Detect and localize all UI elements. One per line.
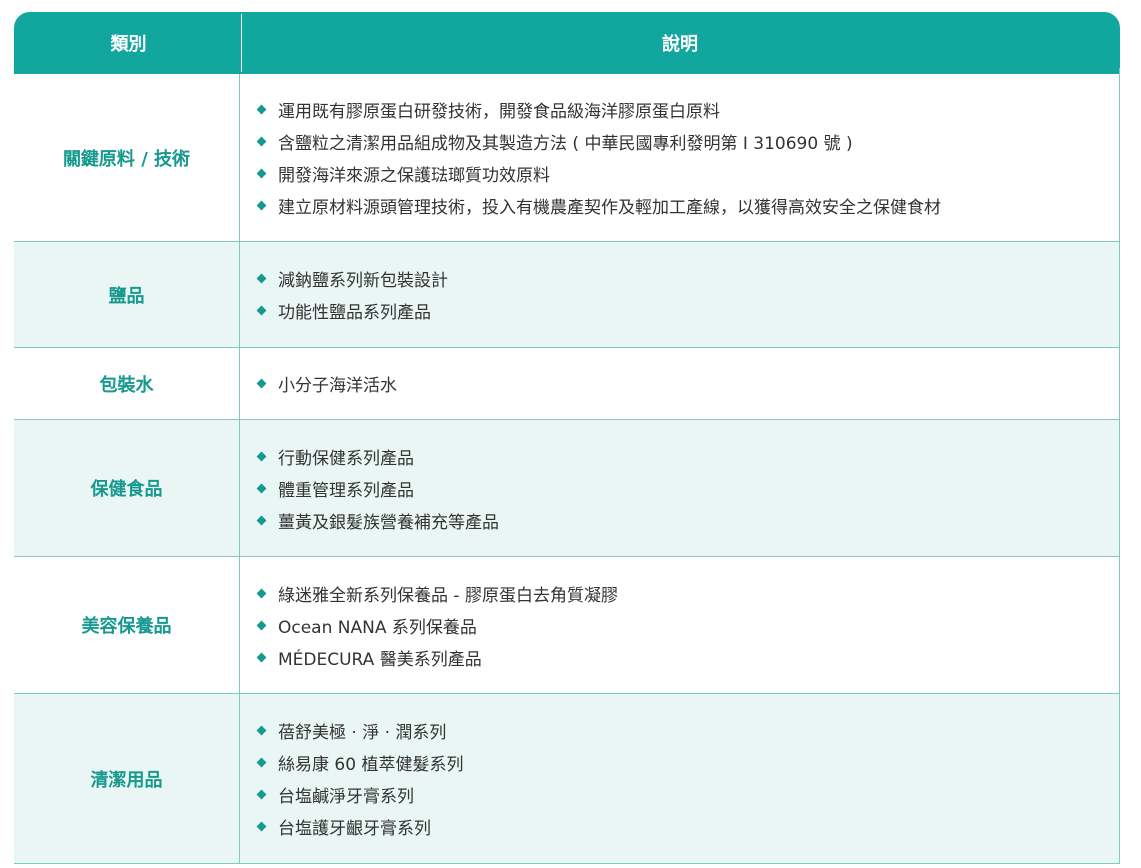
table-row: 鹽品 減鈉鹽系列新包裝設計 功能性鹽品系列產品 (14, 242, 1120, 348)
list-item: 含鹽粒之清潔用品組成物及其製造方法 ( 中華民國專利發明第 I 310690 號… (256, 126, 1120, 158)
diamond-bullet-icon (256, 136, 267, 147)
row-category: 包裝水 (14, 348, 240, 419)
diamond-bullet-icon (256, 821, 267, 832)
diamond-bullet-icon (256, 483, 267, 493)
diamond-bullet-icon (256, 168, 267, 179)
row-description: 蓓舒美極 ‧ 淨 ‧ 潤系列 絲易康 60 植萃健髮系列 台塩鹹淨牙膏系列 台塩護牙齦… (240, 694, 1120, 863)
list-item-text: 台塩鹹淨牙膏系列 (278, 787, 414, 807)
list-item-text: 建立原材料源頭管理技術，投入有機農產契作及輕加工產線，以獲得高效安全之保健食材 (278, 198, 941, 218)
diamond-bullet-icon (256, 652, 267, 662)
list-item-text: 台塩護牙齦牙膏系列 (278, 819, 431, 839)
row-category: 清潔用品 (14, 694, 240, 863)
list-item-text: 絲易康 60 植萃健髮系列 (278, 755, 464, 775)
list-item: 綠迷雅全新系列保養品 - 膠原蛋白去角質凝膠 (256, 577, 1120, 609)
list-item-text: 開發海洋來源之保護琺瑯質功效原料 (278, 166, 550, 186)
list-item: MÉDECURA 醫美系列產品 (256, 641, 1120, 673)
list-item: 台塩護牙齦牙膏系列 (256, 811, 1120, 843)
list-item: 減鈉鹽系列新包裝設計 (256, 263, 1120, 295)
diamond-bullet-icon (256, 725, 267, 736)
list-item: 薑黃及銀髮族營養補充等產品 (256, 504, 1120, 536)
list-item: 小分子海洋活水 (256, 368, 1120, 400)
row-description: 綠迷雅全新系列保養品 - 膠原蛋白去角質凝膠 Ocean NANA 系列保養品 MÉ… (240, 557, 1120, 693)
table-row: 包裝水 小分子海洋活水 (14, 348, 1120, 420)
row-category: 關鍵原料 / 技術 (14, 74, 240, 241)
diamond-bullet-icon (256, 451, 267, 461)
list-item-text: 運用既有膠原蛋白研發技術，開發食品級海洋膠原蛋白原料 (278, 102, 720, 122)
list-item: 蓓舒美極 ‧ 淨 ‧ 潤系列 (256, 715, 1120, 747)
diamond-bullet-icon (256, 620, 267, 630)
table-row: 保健食品 行動保健系列產品 體重管理系列產品 薑黃及銀髮族營養補充等產品 (14, 420, 1120, 557)
list-item: 絲易康 60 植萃健髮系列 (256, 747, 1120, 779)
list-item-text: MÉDECURA 醫美系列產品 (278, 649, 482, 670)
list-item-text: 蓓舒美極 ‧ 淨 ‧ 潤系列 (278, 723, 447, 743)
diamond-bullet-icon (256, 515, 267, 525)
table-row: 美容保養品 綠迷雅全新系列保養品 - 膠原蛋白去角質凝膠 Ocean NANA 系列… (14, 557, 1120, 694)
row-description: 減鈉鹽系列新包裝設計 功能性鹽品系列產品 (240, 242, 1120, 347)
list-item: 功能性鹽品系列產品 (256, 295, 1120, 327)
list-item-text: Ocean NANA 系列保養品 (278, 617, 477, 638)
diamond-bullet-icon (256, 273, 267, 284)
list-item: 開發海洋來源之保護琺瑯質功效原料 (256, 158, 1120, 190)
diamond-bullet-icon (256, 305, 267, 316)
list-item-text: 薑黃及銀髮族營養補充等產品 (278, 512, 499, 533)
list-item-text: 小分子海洋活水 (278, 376, 397, 396)
diamond-bullet-icon (256, 200, 267, 211)
list-item: Ocean NANA 系列保養品 (256, 609, 1120, 641)
diamond-bullet-icon (256, 104, 267, 115)
row-description: 小分子海洋活水 (240, 348, 1120, 419)
row-category: 鹽品 (14, 242, 240, 347)
diamond-bullet-icon (256, 757, 267, 768)
table-right-border (1119, 68, 1120, 863)
table-row: 清潔用品 蓓舒美極 ‧ 淨 ‧ 潤系列 絲易康 60 植萃健髮系列 台塩鹹淨牙膏系列台… (14, 694, 1120, 864)
list-item: 建立原材料源頭管理技術，投入有機農產契作及輕加工產線，以獲得高效安全之保健食材 (256, 190, 1120, 222)
list-item-text: 功能性鹽品系列產品 (278, 303, 431, 323)
diamond-bullet-icon (256, 378, 267, 389)
list-item: 運用既有膠原蛋白研發技術，開發食品級海洋膠原蛋白原料 (256, 94, 1120, 126)
row-category: 美容保養品 (14, 557, 240, 693)
header-description: 說明 (662, 34, 698, 55)
row-description: 行動保健系列產品 體重管理系列產品薑黃及銀髮族營養補充等產品 (240, 420, 1120, 556)
list-item-text: 綠迷雅全新系列保養品 - 膠原蛋白去角質凝膠 (278, 585, 618, 606)
diamond-bullet-icon (256, 588, 267, 598)
list-item-text: 含鹽粒之清潔用品組成物及其製造方法 ( 中華民國專利發明第 I 310690 號… (278, 134, 853, 154)
list-item-text: 減鈉鹽系列新包裝設計 (278, 271, 448, 291)
table-header: 類別 說明 (14, 12, 1120, 74)
list-item-text: 行動保健系列產品 (278, 448, 414, 469)
list-item: 行動保健系列產品 (256, 440, 1120, 472)
row-description: 運用既有膠原蛋白研發技術，開發食品級海洋膠原蛋白原料含鹽粒之清潔用品組成物及其製… (240, 74, 1120, 241)
list-item: 台塩鹹淨牙膏系列 (256, 779, 1120, 811)
list-item: 體重管理系列產品 (256, 472, 1120, 504)
table-body: 關鍵原料 / 技術 運用既有膠原蛋白研發技術，開發食品級海洋膠原蛋白原料 含鹽粒之清… (14, 74, 1120, 864)
table-row: 關鍵原料 / 技術 運用既有膠原蛋白研發技術，開發食品級海洋膠原蛋白原料 含鹽粒之清… (14, 74, 1120, 242)
row-category: 保健食品 (14, 420, 240, 556)
list-item-text: 體重管理系列產品 (278, 480, 414, 501)
diamond-bullet-icon (256, 789, 267, 800)
header-category: 類別 (16, 14, 242, 72)
product-table: 類別 說明 關鍵原料 / 技術 運用既有膠原蛋白研發技術，開發食品級海洋膠原蛋白原… (14, 12, 1120, 864)
